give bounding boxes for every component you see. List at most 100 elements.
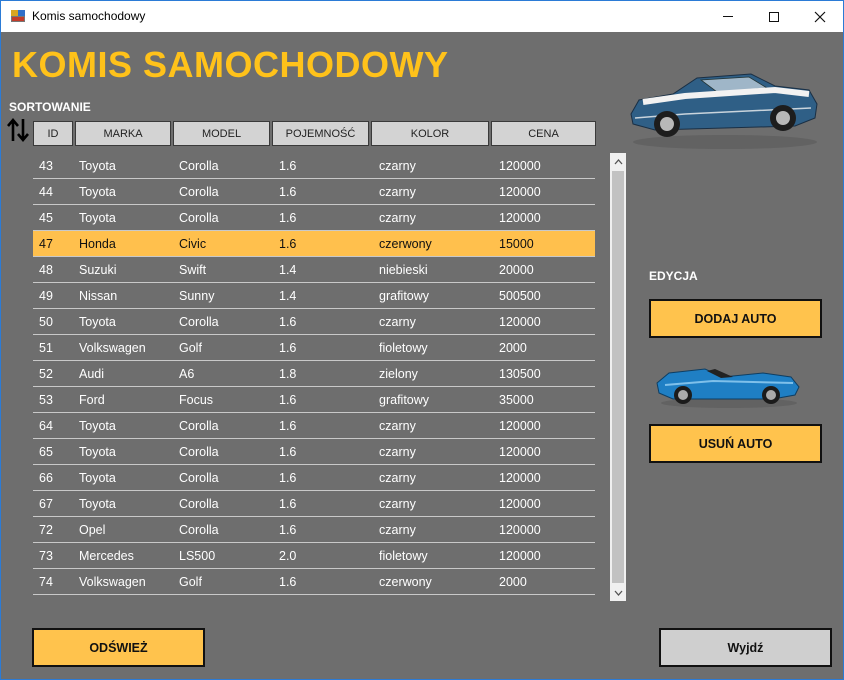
- table-cell: 1.6: [279, 210, 297, 225]
- table-cell: 49: [39, 288, 53, 303]
- table-cell: Toyota: [79, 444, 116, 459]
- column-header-3[interactable]: POJEMNOŚĆ: [272, 121, 369, 146]
- table-row[interactable]: 72 Opel Corolla 1.6 czarny 120000: [33, 517, 595, 543]
- table-cell: Corolla: [179, 444, 219, 459]
- table-cell: Mercedes: [79, 548, 134, 563]
- table-cell: Toyota: [79, 496, 116, 511]
- window-title: Komis samochodowy: [32, 9, 146, 23]
- table-cell: niebieski: [379, 262, 428, 277]
- cars-table[interactable]: 43 Toyota Corolla 1.6 czarny 120000 44 Toyota Co…: [33, 153, 595, 595]
- table-cell: 48: [39, 262, 53, 277]
- table-cell: czarny: [379, 210, 416, 225]
- table-row[interactable]: 65 Toyota Corolla 1.6 czarny 120000: [33, 439, 595, 465]
- table-cell: 1.6: [279, 314, 297, 329]
- table-row[interactable]: 44 Toyota Corolla 1.6 czarny 120000: [33, 179, 595, 205]
- table-cell: Toyota: [79, 184, 116, 199]
- table-cell: 120000: [499, 522, 541, 537]
- table-cell: LS500: [179, 548, 216, 563]
- table-cell: Toyota: [79, 470, 116, 485]
- maximize-button[interactable]: [751, 1, 797, 32]
- table-row[interactable]: 51 Volkswagen Golf 1.6 fioletowy 2000: [33, 335, 595, 361]
- table-row[interactable]: 67 Toyota Corolla 1.6 czarny 120000: [33, 491, 595, 517]
- table-cell: 1.6: [279, 184, 297, 199]
- table-cell: 52: [39, 366, 53, 381]
- table-cell: 1.6: [279, 470, 297, 485]
- column-header-0[interactable]: ID: [33, 121, 73, 146]
- table-cell: 120000: [499, 548, 541, 563]
- table-row[interactable]: 43 Toyota Corolla 1.6 czarny 120000: [33, 153, 595, 179]
- table-cell: Sunny: [179, 288, 215, 303]
- table-cell: Honda: [79, 236, 116, 251]
- table-cell: Volkswagen: [79, 340, 146, 355]
- table-cell: Corolla: [179, 522, 219, 537]
- refresh-button[interactable]: ODŚWIEŻ: [32, 628, 205, 667]
- table-cell: Corolla: [179, 314, 219, 329]
- table-cell: Toyota: [79, 314, 116, 329]
- table-cell: Toyota: [79, 158, 116, 173]
- table-row[interactable]: 49 Nissan Sunny 1.4 grafitowy 500500: [33, 283, 595, 309]
- table-cell: 35000: [499, 392, 534, 407]
- table-cell: Corolla: [179, 418, 219, 433]
- table-cell: 53: [39, 392, 53, 407]
- title-bar: Komis samochodowy: [1, 1, 843, 32]
- table-row[interactable]: 74 Volkswagen Golf 1.6 czerwony 2000: [33, 569, 595, 595]
- table-cell: 47: [39, 236, 53, 251]
- sort-arrows-icon[interactable]: [6, 117, 30, 143]
- table-cell: 1.6: [279, 236, 297, 251]
- table-cell: Corolla: [179, 184, 219, 199]
- exit-button[interactable]: Wyjdź: [659, 628, 832, 667]
- sort-label: SORTOWANIE: [9, 100, 91, 114]
- table-cell: 130500: [499, 366, 541, 381]
- scroll-down-button[interactable]: [610, 584, 626, 601]
- close-button[interactable]: [797, 1, 843, 32]
- table-cell: czarny: [379, 418, 416, 433]
- table-cell: czarny: [379, 522, 416, 537]
- table-row[interactable]: 64 Toyota Corolla 1.6 czarny 120000: [33, 413, 595, 439]
- table-cell: 1.6: [279, 444, 297, 459]
- table-scrollbar[interactable]: [610, 153, 626, 601]
- table-cell: 66: [39, 470, 53, 485]
- table-row[interactable]: 50 Toyota Corolla 1.6 czarny 120000: [33, 309, 595, 335]
- remove-car-button[interactable]: USUŃ AUTO: [649, 424, 822, 463]
- table-row[interactable]: 73 Mercedes LS500 2.0 fioletowy 120000: [33, 543, 595, 569]
- table-cell: Toyota: [79, 418, 116, 433]
- column-header-5[interactable]: CENA: [491, 121, 596, 146]
- table-cell: czarny: [379, 444, 416, 459]
- table-row[interactable]: 47 Honda Civic 1.6 czerwony 15000: [33, 231, 595, 257]
- table-cell: 65: [39, 444, 53, 459]
- table-cell: 1.6: [279, 522, 297, 537]
- table-cell: czarny: [379, 158, 416, 173]
- table-cell: Swift: [179, 262, 207, 277]
- table-cell: Focus: [179, 392, 214, 407]
- minimize-button[interactable]: [705, 1, 751, 32]
- page-title: KOMIS SAMOCHODOWY: [12, 44, 449, 85]
- table-cell: 74: [39, 574, 53, 589]
- scroll-thumb[interactable]: [612, 171, 624, 583]
- table-cell: fioletowy: [379, 548, 428, 563]
- table-row[interactable]: 52 Audi A6 1.8 zielony 130500: [33, 361, 595, 387]
- table-cell: Opel: [79, 522, 106, 537]
- close-icon: [814, 11, 826, 22]
- app-window-icon: [11, 10, 25, 22]
- add-car-button[interactable]: DODAJ AUTO: [649, 299, 822, 338]
- column-header-1[interactable]: MARKA: [75, 121, 171, 146]
- table-row[interactable]: 66 Toyota Corolla 1.6 czarny 120000: [33, 465, 595, 491]
- table-row[interactable]: 48 Suzuki Swift 1.4 niebieski 20000: [33, 257, 595, 283]
- table-cell: czarny: [379, 496, 416, 511]
- table-row[interactable]: 53 Ford Focus 1.6 grafitowy 35000: [33, 387, 595, 413]
- table-cell: Suzuki: [79, 262, 117, 277]
- grid-header: ID MARKA MODEL POJEMNOŚĆ KOLOR CENA: [33, 121, 598, 146]
- table-cell: Audi: [79, 366, 105, 381]
- table-cell: 2.0: [279, 548, 297, 563]
- scroll-up-button[interactable]: [610, 153, 626, 170]
- table-cell: 43: [39, 158, 53, 173]
- table-cell: 15000: [499, 236, 534, 251]
- table-cell: 120000: [499, 496, 541, 511]
- column-header-4[interactable]: KOLOR: [371, 121, 489, 146]
- table-cell: 67: [39, 496, 53, 511]
- table-cell: Corolla: [179, 470, 219, 485]
- table-cell: 1.6: [279, 418, 297, 433]
- column-header-2[interactable]: MODEL: [173, 121, 270, 146]
- table-row[interactable]: 45 Toyota Corolla 1.6 czarny 120000: [33, 205, 595, 231]
- table-cell: Nissan: [79, 288, 118, 303]
